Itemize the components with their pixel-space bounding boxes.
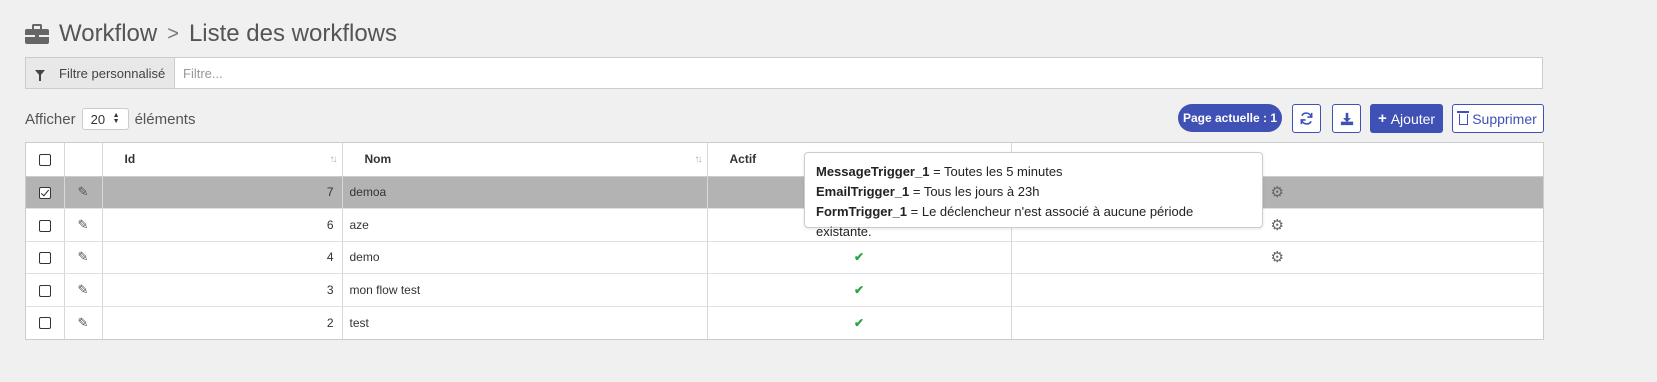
pencil-icon[interactable]: ✎ xyxy=(78,315,89,330)
cell-id: 7 xyxy=(102,176,343,209)
tooltip-separator: = xyxy=(907,204,922,219)
row-checkbox[interactable] xyxy=(38,219,51,232)
breadcrumb-separator: > xyxy=(167,22,179,45)
select-all-cell xyxy=(26,143,65,177)
tooltip-separator: = xyxy=(929,164,945,179)
trash-icon xyxy=(1457,111,1470,125)
row-select-cell xyxy=(26,273,65,307)
cell-actions xyxy=(1011,306,1543,339)
cell-actif: ✔ xyxy=(707,241,1012,274)
check-icon: ✔ xyxy=(853,250,865,265)
cell-actif: ✔ xyxy=(707,306,1012,339)
cell-id: 6 xyxy=(102,208,343,242)
cell-actions xyxy=(1011,273,1543,307)
trigger-tooltip: MessageTrigger_1 = Toutes les 5 minutes E… xyxy=(804,152,1263,239)
row-select-cell xyxy=(26,306,65,339)
gear-icon[interactable]: ⚙ xyxy=(1271,249,1284,266)
cell-actif: ✔ xyxy=(707,273,1012,307)
cell-actions: ⚙ xyxy=(1011,241,1543,274)
edit-cell: ✎ xyxy=(64,241,103,274)
page-header: Workflow > Liste des workflows xyxy=(25,16,397,52)
sort-carets-icon: ▲ ▼ xyxy=(112,112,120,125)
sort-icon: ↑↓ xyxy=(329,154,338,165)
edit-header-cell xyxy=(64,143,103,177)
delete-button[interactable]: Supprimer xyxy=(1452,104,1544,133)
pencil-icon[interactable]: ✎ xyxy=(78,282,89,297)
trigger-name: FormTrigger_1 xyxy=(816,204,908,219)
cell-id: 2 xyxy=(102,306,343,339)
page-size-value: 20 xyxy=(90,111,106,127)
delete-button-label: Supprimer xyxy=(1472,110,1537,127)
select-all-checkbox[interactable] xyxy=(38,154,51,167)
cell-nom: aze xyxy=(342,208,708,242)
cell-nom: test xyxy=(342,306,708,339)
trigger-description: Toutes les 5 minutes xyxy=(944,164,1063,179)
edit-cell: ✎ xyxy=(64,176,103,209)
column-header-id[interactable]: Id ↑↓ xyxy=(102,143,343,177)
show-label: Afficher xyxy=(25,110,76,128)
check-icon: ✔ xyxy=(853,282,865,297)
trigger-name: MessageTrigger_1 xyxy=(816,164,930,179)
gear-icon[interactable]: ⚙ xyxy=(1271,184,1284,201)
page-title: Workflow xyxy=(59,20,158,47)
current-page-badge[interactable]: Page actuelle : 1 xyxy=(1178,104,1282,132)
download-button[interactable] xyxy=(1332,104,1361,133)
column-label-nom: Nom xyxy=(364,152,392,167)
items-label: éléments xyxy=(134,110,196,128)
tooltip-line: MessageTrigger_1 = Toutes les 5 minutes xyxy=(816,162,1251,182)
download-icon xyxy=(1340,112,1353,125)
sort-icon: ↑↓ xyxy=(694,154,703,165)
page-subtitle: Liste des workflows xyxy=(188,20,398,47)
table-row[interactable]: ✎ 2 test ✔ xyxy=(26,306,1543,339)
row-select-cell xyxy=(26,208,65,242)
tooltip-separator: = xyxy=(909,184,924,199)
refresh-icon xyxy=(1300,112,1313,125)
pencil-icon[interactable]: ✎ xyxy=(78,249,89,264)
cell-nom: demoa xyxy=(342,176,708,209)
plus-icon: + xyxy=(1377,110,1387,127)
column-header-nom[interactable]: Nom ↑↓ xyxy=(342,143,708,177)
filter-label: Filtre personnalisé xyxy=(59,65,166,81)
edit-cell: ✎ xyxy=(64,306,103,339)
edit-cell: ✎ xyxy=(64,273,103,307)
page-size-control: Afficher 20 ▲ ▼ éléments xyxy=(25,106,195,132)
column-label-actif: Actif xyxy=(729,152,757,167)
row-select-cell xyxy=(26,176,65,209)
column-label-id: Id xyxy=(124,152,136,167)
briefcase-icon xyxy=(25,24,49,44)
table-row[interactable]: ✎ 3 mon flow test ✔ xyxy=(26,273,1543,307)
table-row[interactable]: ✎ 7 demoa ⚙ xyxy=(26,176,1543,209)
workflow-table: Id ↑↓ Nom ↑↓ Actif ✎ 7 demoa ⚙ ✎ 6 aze ⚙ ✎ 4 demo ✔ ⚙ ✎… xyxy=(25,142,1544,340)
filter-bar: Filtre personnalisé xyxy=(25,57,1543,89)
check-icon: ✔ xyxy=(853,315,865,330)
cell-nom: mon flow test xyxy=(342,273,708,307)
pencil-icon[interactable]: ✎ xyxy=(78,217,89,232)
row-checkbox[interactable] xyxy=(38,317,51,330)
row-checkbox[interactable] xyxy=(38,252,51,265)
table-row[interactable]: ✎ 6 aze ⚙ xyxy=(26,208,1543,242)
edit-cell: ✎ xyxy=(64,208,103,242)
trigger-description: Tous les jours à 23h xyxy=(923,184,1040,199)
row-select-cell xyxy=(26,241,65,274)
row-checkbox[interactable] xyxy=(38,187,51,200)
refresh-button[interactable] xyxy=(1292,104,1321,133)
page-size-select[interactable]: 20 ▲ ▼ xyxy=(81,108,129,130)
add-button-label: Ajouter xyxy=(1390,110,1436,127)
trigger-name: EmailTrigger_1 xyxy=(816,184,910,199)
cell-id: 3 xyxy=(102,273,343,307)
pencil-icon[interactable]: ✎ xyxy=(78,184,89,199)
tooltip-line: EmailTrigger_1 = Tous les jours à 23h xyxy=(816,182,1251,202)
gear-icon[interactable]: ⚙ xyxy=(1271,217,1284,234)
filter-icon xyxy=(35,70,45,81)
cell-id: 4 xyxy=(102,241,343,274)
cell-nom: demo xyxy=(342,241,708,274)
filter-input[interactable] xyxy=(175,58,1542,88)
table-header-row: Id ↑↓ Nom ↑↓ Actif xyxy=(26,143,1543,177)
table-row[interactable]: ✎ 4 demo ✔ ⚙ xyxy=(26,241,1543,274)
add-button[interactable]: + Ajouter xyxy=(1370,104,1443,133)
filter-addon: Filtre personnalisé xyxy=(26,58,175,88)
tooltip-line: FormTrigger_1 = Le déclencheur n'est ass… xyxy=(816,202,1251,242)
row-checkbox[interactable] xyxy=(38,284,51,297)
